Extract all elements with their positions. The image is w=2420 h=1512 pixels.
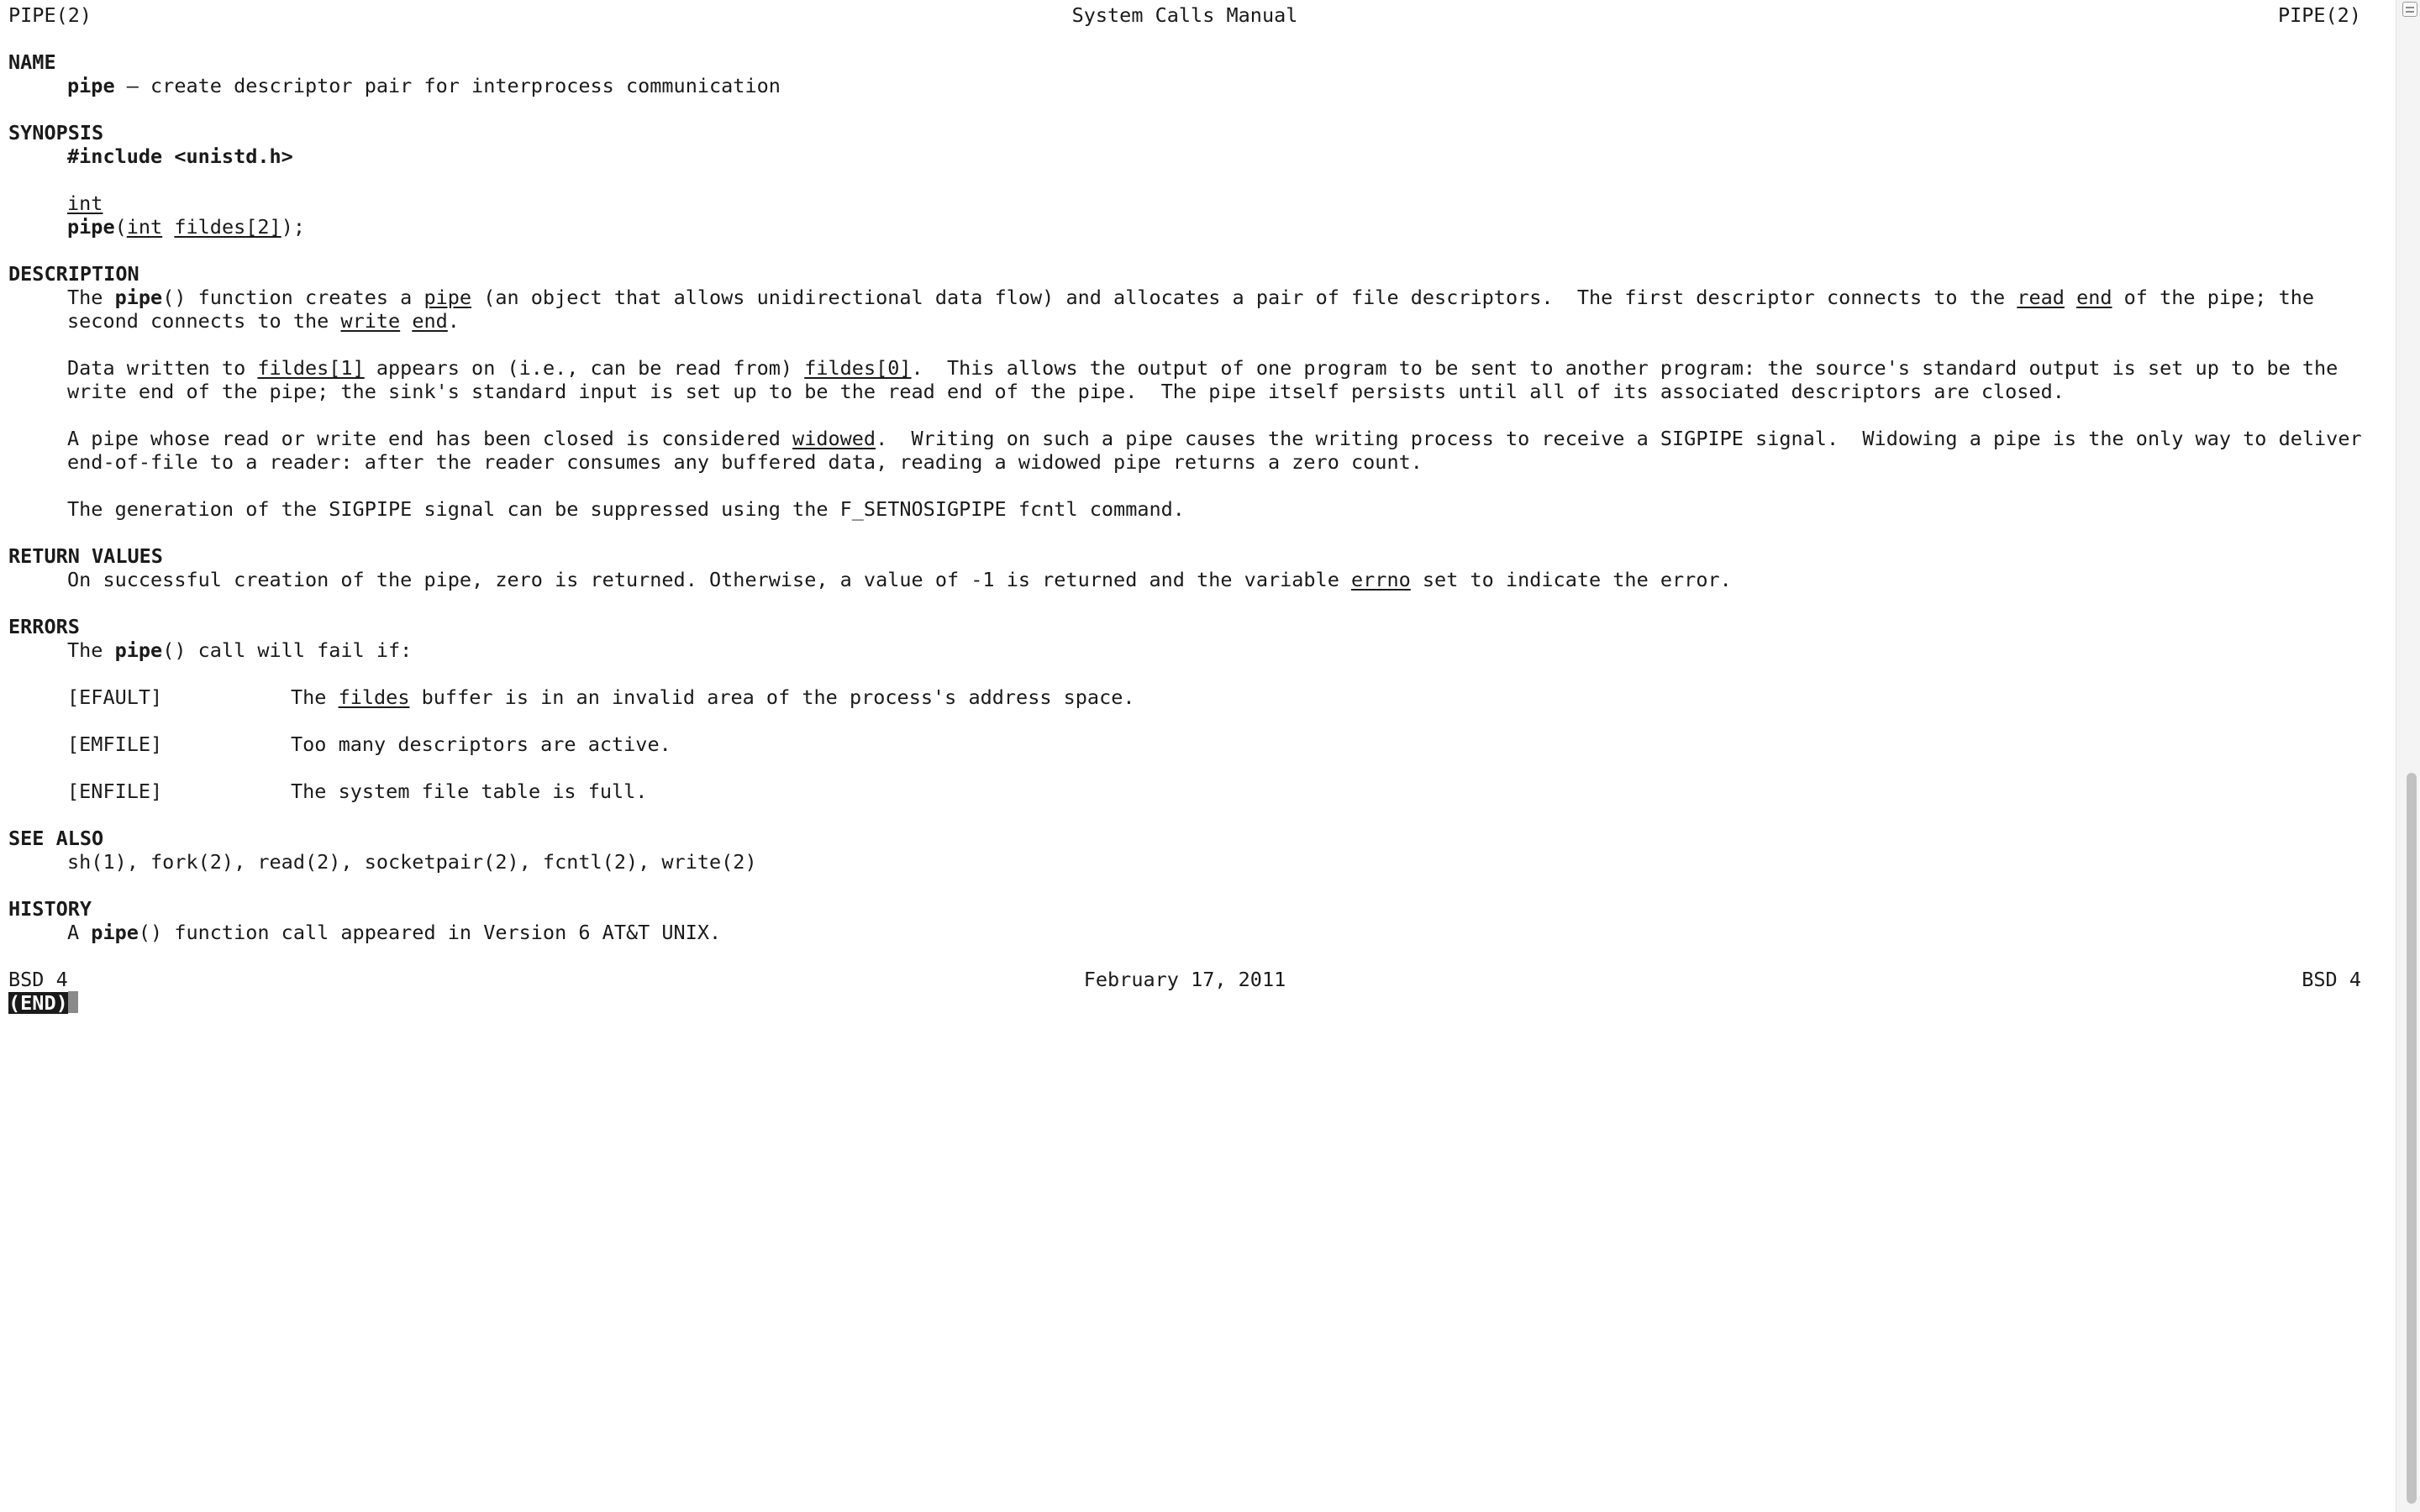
scroll-thumb[interactable] [2407, 773, 2417, 1504]
section-heading-see-also: SEE ALSO [8, 827, 104, 850]
end-indicator: (END) [8, 991, 68, 1015]
errors-intro: The pipe() call will fail if: [67, 638, 413, 662]
man-footer: BSD 4 February 17, 2011 BSD 4 [8, 968, 2361, 991]
return-values-text: On successful creation of the pipe, zero… [67, 568, 1732, 591]
header-right: PIPE(2) [2277, 3, 2361, 27]
error-enfile: [ENFILE] The system file table is full. [67, 780, 648, 803]
description-p3-line2: end-of-file to a reader: after the reade… [67, 450, 1423, 474]
text-cursor [67, 991, 78, 1013]
description-p1-line1: The pipe() function creates a pipe (an o… [67, 286, 2315, 309]
section-heading-name: NAME [8, 50, 56, 74]
error-tag: [EMFILE] [67, 732, 163, 756]
section-heading-history: HISTORY [8, 897, 92, 921]
pager-prompt[interactable]: (END) [8, 991, 2361, 1015]
man-page: PIPE(2) System Calls Manual PIPE(2) NAME… [8, 3, 2362, 1015]
man-header: PIPE(2) System Calls Manual PIPE(2) [8, 3, 2361, 27]
description-p4: The generation of the SIGPIPE signal can… [67, 497, 1185, 521]
error-tag: [ENFILE] [67, 780, 163, 803]
error-tag: [EFAULT] [67, 685, 163, 709]
description-p3-line1: A pipe whose read or write end has been … [67, 427, 2362, 450]
split-pane-icon[interactable] [2402, 2, 2417, 17]
history-text: A pipe() function call appeared in Versi… [67, 921, 722, 944]
name-command: pipe [67, 74, 115, 97]
description-p1-line2: second connects to the write end. [67, 309, 460, 333]
error-efault: [EFAULT] The fildes buffer is in an inval… [67, 685, 1135, 709]
name-description: – create descriptor pair for interproces… [114, 74, 781, 97]
synopsis-prototype: pipe(int fildes[2]); [67, 215, 305, 239]
section-heading-return-values: RETURN VALUES [8, 544, 163, 568]
see-also-text: sh(1), fork(2), read(2), socketpair(2), … [67, 850, 757, 874]
footer-center: February 17, 2011 [1083, 968, 1286, 991]
description-p2-line1: Data written to fildes[1] appears on (i.… [67, 356, 2338, 380]
header-left: PIPE(2) [8, 3, 92, 27]
synopsis-return-type: int [67, 192, 103, 215]
section-heading-errors: ERRORS [8, 615, 80, 638]
description-p2-line2: write end of the pipe; the sink's standa… [67, 380, 2065, 403]
footer-left: BSD 4 [8, 968, 68, 991]
section-heading-synopsis: SYNOPSIS [8, 121, 104, 144]
name-line: pipe – create descriptor pair for interp… [8, 74, 2361, 97]
error-emfile: [EMFILE] Too many descriptors are active. [67, 732, 671, 756]
header-center: System Calls Manual [1071, 3, 1298, 27]
footer-right: BSD 4 [2302, 968, 2361, 991]
vertical-scrollbar[interactable] [2396, 0, 2420, 1512]
section-heading-description: DESCRIPTION [8, 262, 139, 286]
synopsis-include: #include <unistd.h> [67, 144, 293, 168]
